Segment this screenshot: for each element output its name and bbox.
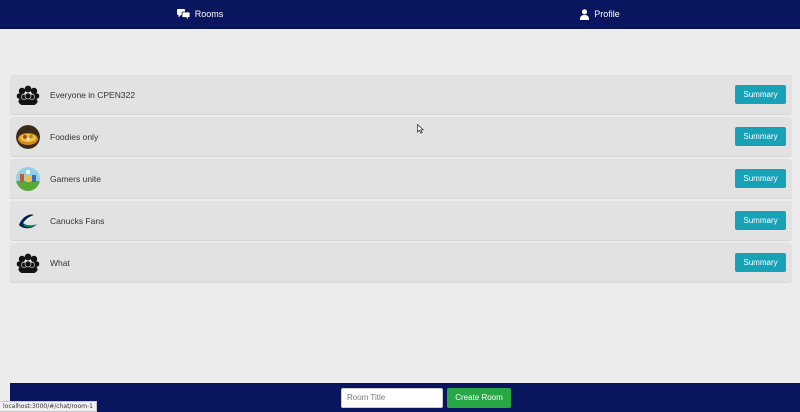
room-name: Everyone in CPEN322 (50, 89, 136, 100)
create-room-button[interactable]: Create Room (447, 387, 511, 408)
create-room-bar: Create Room (10, 383, 800, 412)
user-icon (580, 8, 590, 20)
room-item[interactable]: Canucks Fans Summary (10, 201, 792, 240)
group-icon (16, 251, 40, 275)
summary-button[interactable]: Summary (735, 211, 786, 230)
status-url: localhost:3000/#/chat/room-1 (0, 401, 97, 412)
mouse-cursor-icon (417, 121, 425, 139)
tab-profile[interactable]: Profile (400, 0, 800, 28)
game-icon (16, 166, 40, 191)
summary-button[interactable]: Summary (735, 85, 786, 104)
room-name: Canucks Fans (50, 215, 105, 226)
canucks-logo-icon (16, 209, 40, 233)
tab-profile-label: Profile (594, 9, 620, 19)
room-item[interactable]: Foodies only Summary (10, 117, 792, 156)
chat-bubbles-icon (176, 9, 190, 19)
food-icon (16, 124, 40, 149)
room-list: Everyone in CPEN322 Summary Foodies only… (10, 75, 792, 285)
room-item[interactable]: Gamers unite Summary (10, 159, 792, 198)
room-item[interactable]: What Summary (10, 243, 792, 282)
summary-button[interactable]: Summary (735, 169, 786, 188)
room-title-input[interactable] (341, 387, 443, 408)
summary-button[interactable]: Summary (735, 253, 786, 272)
tab-rooms-label: Rooms (194, 9, 224, 19)
room-name: Foodies only (50, 131, 99, 142)
room-name: Gamers unite (50, 173, 102, 184)
tab-rooms[interactable]: Rooms (0, 0, 400, 28)
room-item[interactable]: Everyone in CPEN322 Summary (10, 75, 792, 114)
summary-button[interactable]: Summary (735, 127, 786, 146)
room-name: What (50, 257, 70, 268)
top-navbar: Rooms Profile (0, 0, 800, 29)
group-icon (16, 83, 40, 107)
